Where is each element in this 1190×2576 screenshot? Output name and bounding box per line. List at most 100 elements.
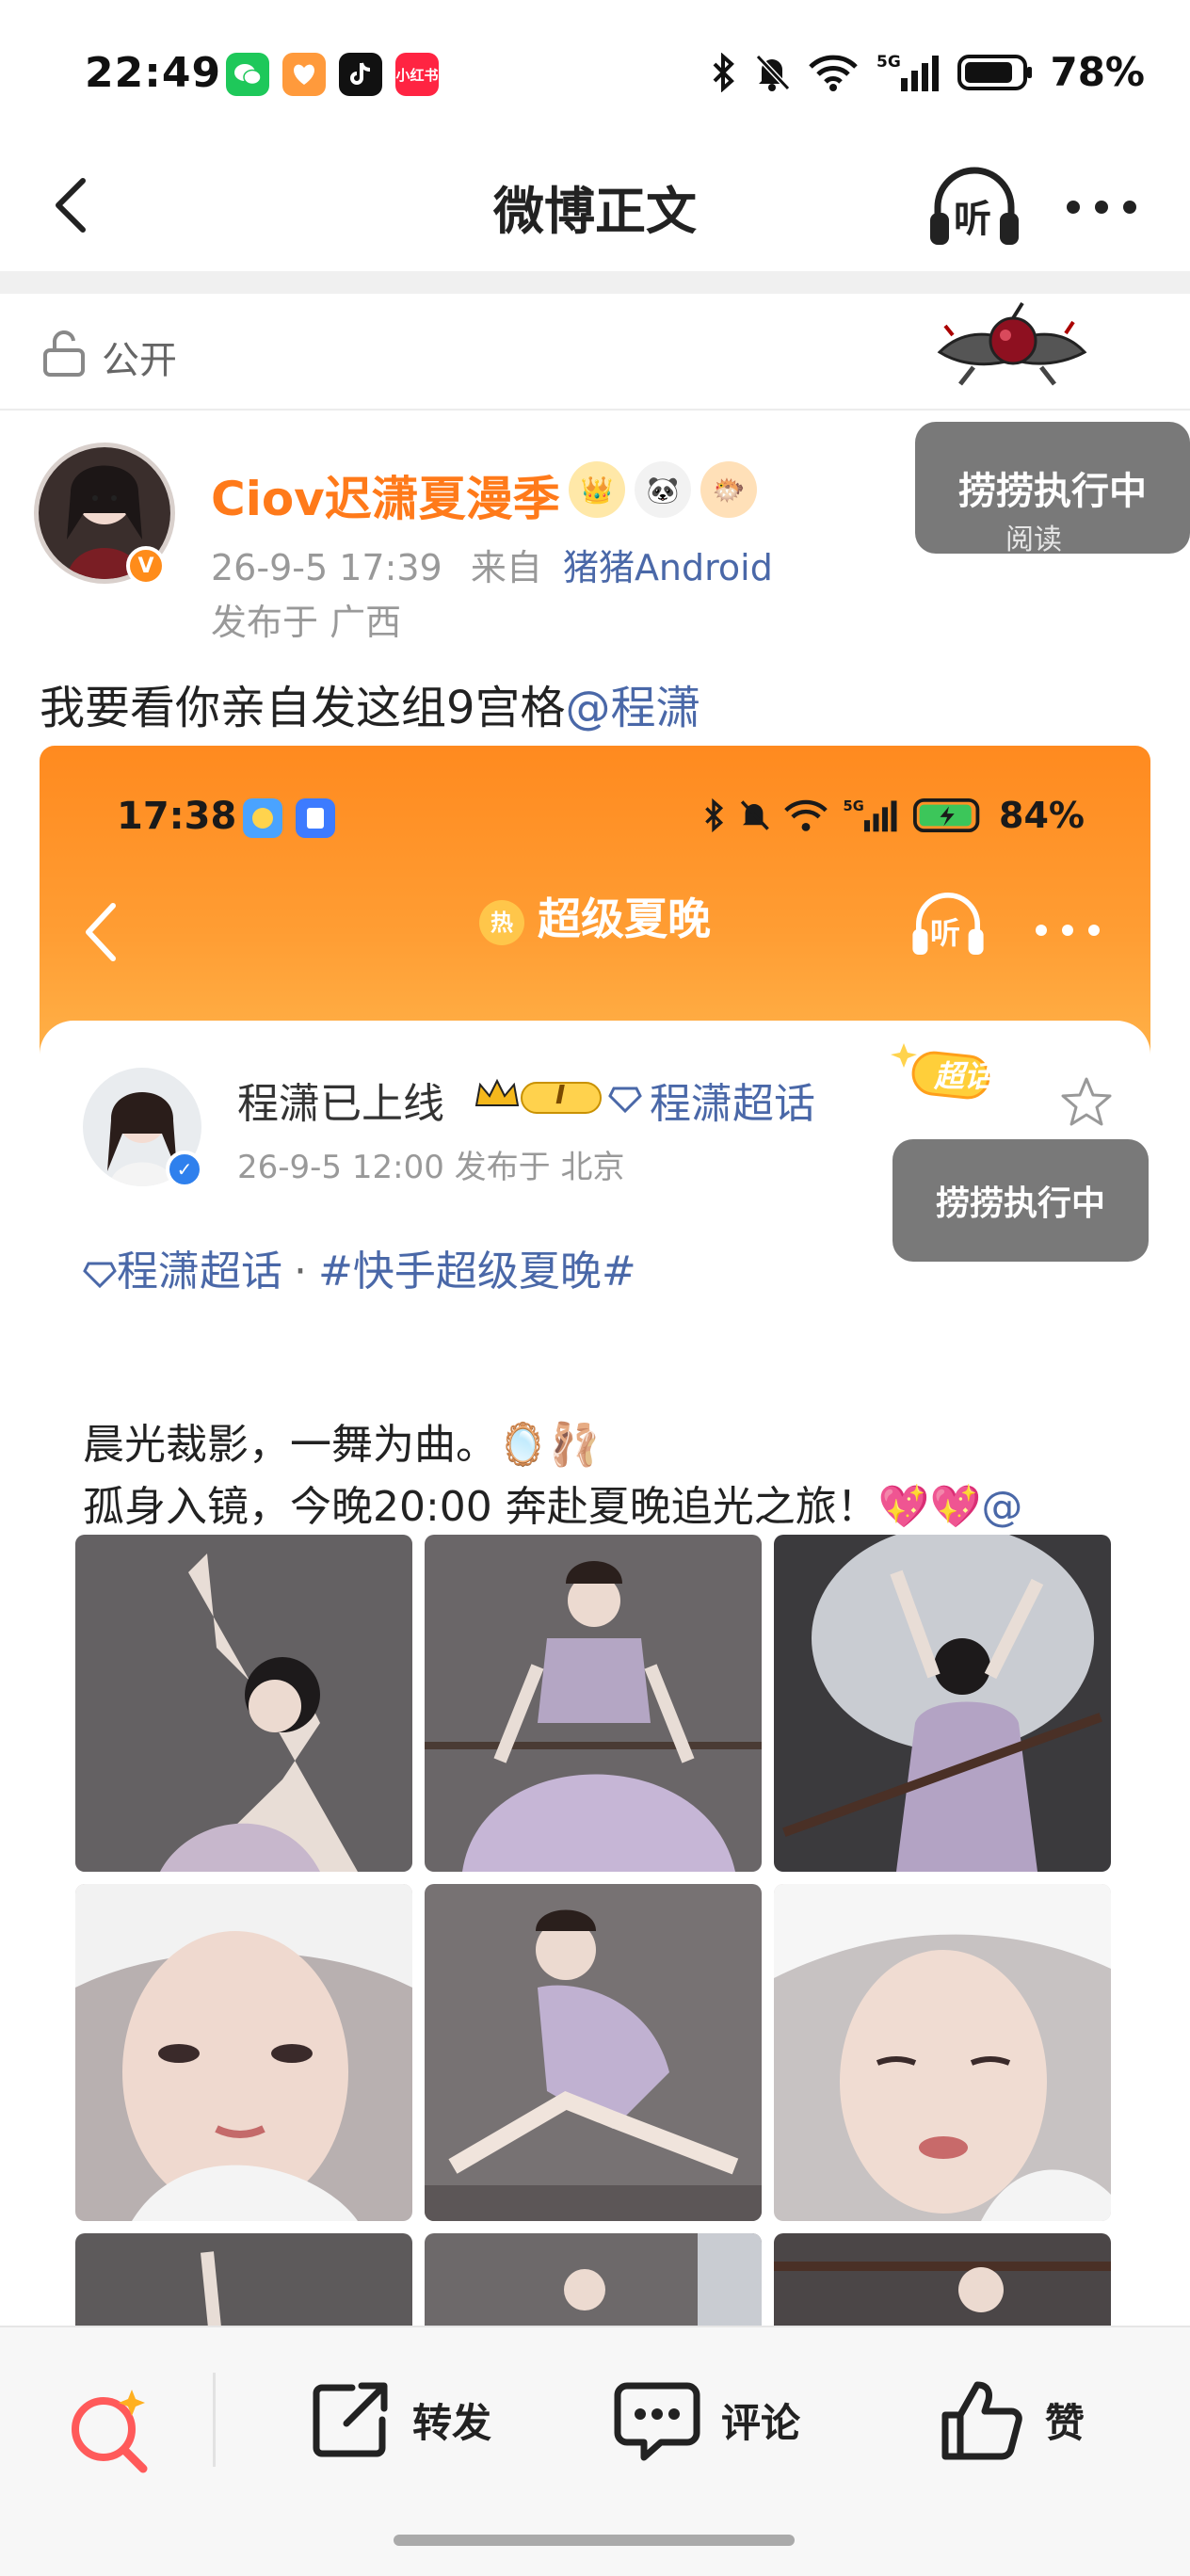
listen-button[interactable]: 听 bbox=[923, 160, 1026, 254]
share-icon bbox=[313, 2382, 388, 2457]
photo-ballet-5 bbox=[75, 2233, 412, 2327]
comment-button[interactable]: 评论 bbox=[614, 2373, 800, 2467]
star-icon bbox=[1061, 1077, 1112, 1126]
heart-app-icon bbox=[282, 53, 326, 96]
embed-listen-button: 听 bbox=[906, 887, 990, 962]
thumbs-up-icon bbox=[941, 2381, 1022, 2460]
tag-separator: · bbox=[294, 1248, 307, 1296]
home-indicator[interactable] bbox=[394, 2535, 795, 2546]
embed-verified-badge: ✓ bbox=[166, 1151, 203, 1188]
visibility-label: 公开 bbox=[102, 339, 177, 382]
crown-badge-icon[interactable]: 👑 bbox=[569, 461, 625, 518]
verified-badge: V bbox=[126, 546, 166, 586]
photo-grid bbox=[75, 1535, 1118, 2327]
post-source[interactable]: 猪猪Android bbox=[563, 547, 773, 588]
panda-badge-icon[interactable]: 🐼 bbox=[635, 461, 691, 518]
photo-ballet-6 bbox=[425, 2233, 762, 2327]
embed-line-1-text: 晨光裁影，一舞为曲。 bbox=[83, 1421, 497, 1469]
post-text: 我要看你亲自发这组9宫格@程潇 bbox=[40, 670, 701, 736]
visibility-row[interactable]: 公开 bbox=[0, 294, 1190, 411]
photo-tile[interactable] bbox=[774, 2233, 1111, 2327]
hot-icon: 热 bbox=[479, 899, 524, 945]
section-divider bbox=[0, 271, 1190, 294]
status-indicators: 5G 78% bbox=[711, 49, 1145, 95]
embed-battery-percent: 84% bbox=[999, 795, 1085, 836]
embed-header: 17:38 5G 84% 热超级夏晚 听 bbox=[40, 746, 1150, 1056]
embed-topic: 程潇超话 bbox=[650, 1080, 815, 1128]
embed-mute-icon bbox=[740, 800, 769, 830]
read-count-label: 阅读 bbox=[1005, 523, 1062, 556]
embed-author-name: 程潇已上线 bbox=[237, 1080, 444, 1128]
photo-tile[interactable] bbox=[425, 1535, 762, 1872]
mute-bell-icon bbox=[756, 54, 791, 91]
toast-text: 捞捞执行中 bbox=[958, 470, 1147, 513]
post-mention[interactable]: @程潇 bbox=[566, 682, 701, 734]
embed-meta: 26-9-5 12:00 发布于 北京 bbox=[237, 1149, 625, 1186]
photo-tile[interactable] bbox=[774, 1884, 1111, 2221]
more-dots-icon bbox=[1067, 201, 1136, 214]
embed-line-2-text: 孤身入镜，今晚20:00 奔赴夏晚追光之旅！ bbox=[83, 1483, 878, 1531]
tag-diamond-icon bbox=[83, 1262, 117, 1289]
photo-tile[interactable] bbox=[75, 1535, 412, 1872]
embed-signal-icon: 5G bbox=[844, 798, 897, 832]
xiaohongshu-icon: 小红书 bbox=[395, 53, 439, 96]
embed-tag-topic: 程潇超话 bbox=[117, 1248, 282, 1296]
photo-ballet-3 bbox=[774, 1535, 1111, 1872]
repost-label: 转发 bbox=[412, 2399, 492, 2446]
ai-search-icon[interactable] bbox=[62, 2382, 156, 2476]
svg-text:5G: 5G bbox=[876, 53, 901, 72]
photo-ballet-1 bbox=[75, 1535, 412, 1872]
diamond-icon bbox=[608, 1087, 642, 1113]
more-button[interactable] bbox=[1054, 179, 1149, 235]
battery-percent: 78% bbox=[1050, 49, 1145, 95]
repost-button[interactable]: 转发 bbox=[309, 2373, 491, 2467]
listen-label: 听 bbox=[954, 198, 991, 241]
embed-title-text: 超级夏晚 bbox=[538, 894, 711, 944]
photo-tile[interactable] bbox=[75, 1884, 412, 2221]
wechat-icon bbox=[226, 53, 269, 96]
embed-battery-charging-icon bbox=[913, 797, 980, 833]
pufferfish-badge-icon[interactable]: 🐡 bbox=[700, 461, 757, 518]
embed-status-indicators: 5G 84% bbox=[703, 795, 1085, 836]
source-prefix: 来自 bbox=[470, 547, 542, 588]
toolbar-divider bbox=[213, 2373, 216, 2467]
embed-more-icon bbox=[1036, 925, 1100, 936]
embed-bluetooth-icon bbox=[705, 798, 724, 832]
like-label: 赞 bbox=[1045, 2399, 1085, 2446]
embed-tag-hashtag: #快手超级夏晚# bbox=[318, 1248, 636, 1296]
photo-tile[interactable] bbox=[425, 2233, 762, 2327]
photo-ballet-7 bbox=[774, 2233, 1111, 2327]
status-time: 22:49 bbox=[85, 49, 222, 97]
photo-portrait-1 bbox=[75, 1884, 412, 2221]
author-name[interactable]: Ciov迟潇夏漫季 bbox=[211, 461, 560, 529]
unlock-icon bbox=[43, 330, 85, 377]
nav-bar: 微博正文 听 bbox=[0, 141, 1190, 264]
cellular-signal-icon: 5G bbox=[876, 53, 940, 91]
post-time: 26-9-5 17:39 bbox=[211, 547, 442, 588]
battery-icon bbox=[957, 54, 1033, 90]
comment-label: 评论 bbox=[721, 2399, 801, 2446]
vip-level: I bbox=[555, 1079, 566, 1110]
decorative-sticker-icon bbox=[937, 301, 1087, 386]
status-bar: 22:49 小红书 5G 78% bbox=[0, 0, 1190, 141]
wifi-icon bbox=[809, 55, 859, 91]
super-topic-sticker-text: 超话 bbox=[934, 1058, 995, 1094]
svg-text:5G: 5G bbox=[844, 798, 864, 814]
photo-tile[interactable] bbox=[425, 1884, 762, 2221]
embedded-screenshot[interactable]: 17:38 5G 84% 热超级夏晚 听 ✓ 程潇已上线 I 程潇超话 26-9… bbox=[40, 746, 1150, 2327]
embed-tags: 程潇超话 · #快手超级夏晚# bbox=[83, 1237, 636, 1297]
embed-listen-label: 听 bbox=[930, 915, 961, 951]
post-meta: 26-9-5 17:39 来自 猪猪Android bbox=[211, 539, 773, 590]
photo-ballet-4 bbox=[425, 1884, 762, 2221]
mirror-ballet-emoji: 🪞🩰 bbox=[497, 1421, 601, 1469]
vip-badge-icon bbox=[474, 1078, 602, 1114]
embed-wifi-icon bbox=[784, 799, 828, 831]
like-button[interactable]: 赞 bbox=[940, 2373, 1085, 2467]
sparkle-heart-emoji: 💖💖 bbox=[877, 1483, 982, 1531]
photo-tile[interactable] bbox=[75, 2233, 412, 2327]
tiktok-icon bbox=[339, 53, 382, 96]
bluetooth-icon bbox=[714, 52, 735, 92]
photo-tile[interactable] bbox=[774, 1535, 1111, 1872]
post-location: 发布于 广西 bbox=[211, 602, 402, 643]
embed-toast-text: 捞捞执行中 bbox=[935, 1184, 1105, 1223]
